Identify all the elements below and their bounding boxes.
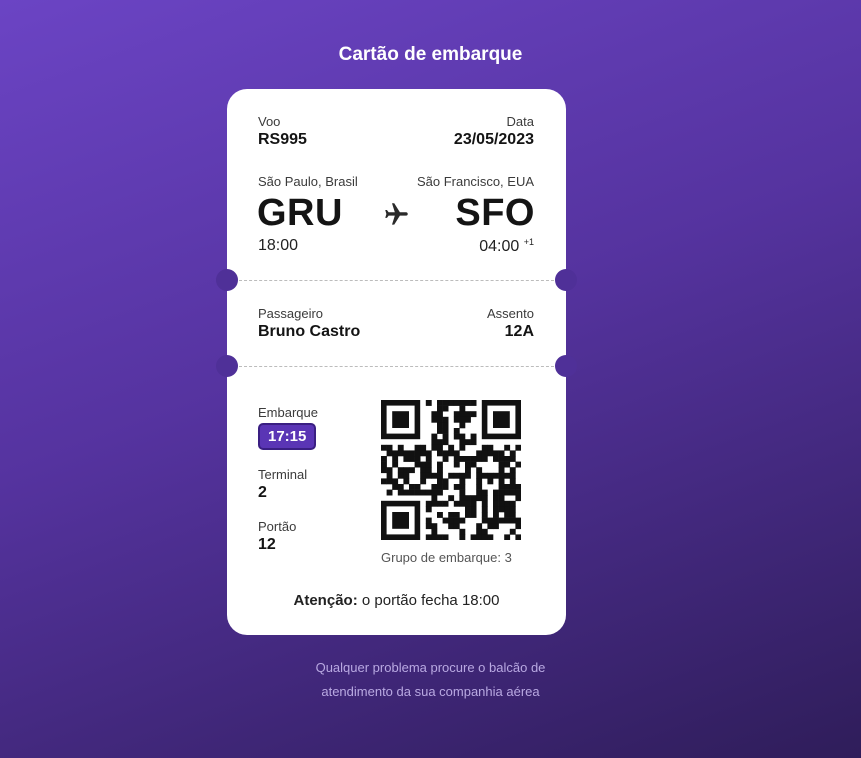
boarding-time-badge: 17:15 [258,423,317,450]
ticket-notch-left [216,355,238,377]
flight-date: 23/05/2023 [453,131,534,148]
notice-bold: Atenção: [293,592,358,609]
origin-time: 18:00 [258,237,299,254]
boarding-label: Embarque [258,405,318,420]
terminal-value: 2 [258,484,267,501]
destination-city: São Francisco, EUA [416,174,534,189]
airplane-icon [383,201,410,228]
date-label: Data [506,114,534,129]
seat-number: 12A [504,323,534,340]
destination-time-wrap: 04:00 +1 [479,237,534,256]
origin-city: São Paulo, Brasil [258,174,358,189]
destination-time: 04:00 [479,238,520,255]
ticket-notch-right [555,269,577,291]
seat-label: Assento [487,306,534,321]
qr-code [381,400,521,540]
passenger-name: Bruno Castro [258,323,361,340]
flight-label: Voo [258,114,281,129]
origin-code: GRU [257,192,343,234]
gate-value: 12 [258,536,276,553]
boarding-group: Grupo de embarque: 3 [381,550,512,565]
ticket-divider [239,366,554,367]
destination-code: SFO [455,192,535,234]
footer-line-1: Qualquer problema procure o balcão de [315,660,546,675]
terminal-label: Terminal [258,467,308,482]
notice-text: o portão fecha 18:00 [361,592,500,609]
passenger-label: Passageiro [258,306,324,321]
gate-notice: Atenção: o portão fecha 18:00 [227,592,566,609]
boarding-time: 17:15 [258,423,317,450]
boarding-pass-card: Voo RS995 Data 23/05/2023 São Paulo, Bra… [216,89,577,635]
gate-label: Portão [258,519,297,534]
ticket-notch-left [216,269,238,291]
footer-line-2: atendimento da sua companhia aérea [321,684,540,699]
help-footer: Qualquer problema procure o balcão de at… [0,656,861,704]
day-offset: +1 [523,237,534,247]
page-title: Cartão de embarque [338,44,523,65]
ticket-divider [239,280,554,281]
flight-number: RS995 [258,131,307,148]
ticket-notch-right [555,355,577,377]
